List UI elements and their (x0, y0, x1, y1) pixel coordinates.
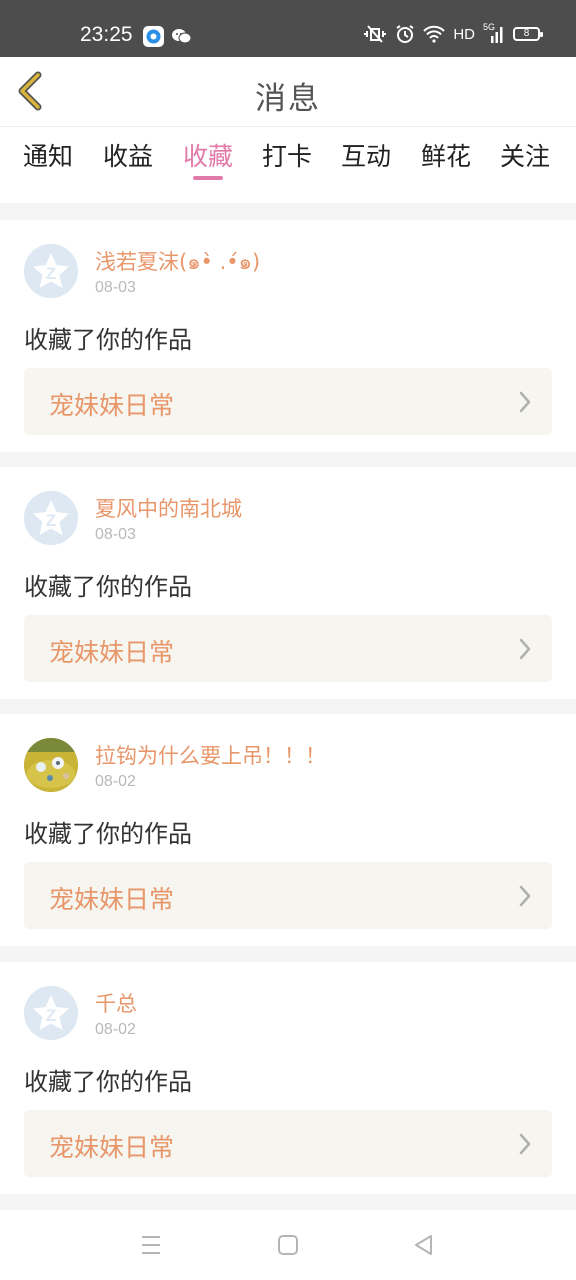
work-link[interactable]: 宠妹妹日常 (24, 368, 552, 435)
header: 消息 (0, 57, 576, 127)
work-title: 宠妹妹日常 (49, 1133, 175, 1162)
tab-flowers[interactable]: 鲜花 (421, 137, 471, 173)
action-text: 收藏了你的作品 (24, 820, 192, 848)
chevron-right-icon (519, 638, 531, 660)
tab-bar: 通知 收益 收藏 打卡 互动 鲜花 关注 (0, 127, 576, 203)
page-title: 消息 (255, 81, 321, 117)
status-icons: HD 5G 8 (363, 22, 543, 44)
avatar[interactable]: Z (24, 491, 78, 545)
avatar[interactable] (24, 738, 78, 792)
tab-following[interactable]: 关注 (500, 137, 550, 173)
work-link[interactable]: 宠妹妹日常 (24, 862, 552, 929)
nickname[interactable]: 浅若夏沫(๑•̀ .•́๑) (95, 246, 260, 279)
nickname[interactable]: 夏风中的南北城 (95, 493, 242, 523)
wifi-icon (423, 25, 446, 43)
action-text: 收藏了你的作品 (24, 326, 192, 354)
tab-checkin[interactable]: 打卡 (262, 137, 312, 173)
nickname[interactable]: 拉钩为什么要上吊！！！ (95, 740, 326, 770)
alarm-icon (396, 25, 414, 43)
chevron-right-icon (519, 391, 531, 413)
avatar[interactable]: Z (24, 986, 78, 1040)
tab-interaction[interactable]: 互动 (341, 137, 391, 173)
date: 08-03 (95, 526, 136, 543)
chevron-right-icon (519, 1133, 531, 1155)
avatar[interactable]: Z (24, 244, 78, 298)
status-time: 23:25 (80, 23, 133, 46)
signal-icon: 5G (483, 22, 505, 43)
message-card: Z 夏风中的南北城 08-03 收藏了你的作品 宠妹妹日常 (0, 467, 576, 699)
system-navigation-bar (0, 1210, 576, 1280)
action-text: 收藏了你的作品 (24, 1068, 192, 1096)
svg-text:Z: Z (46, 264, 56, 283)
app-icon (143, 26, 164, 47)
work-title: 宠妹妹日常 (49, 885, 175, 914)
svg-text:Z: Z (46, 1006, 56, 1025)
work-link[interactable]: 宠妹妹日常 (24, 1110, 552, 1177)
date: 08-03 (95, 279, 136, 296)
active-tab-indicator (193, 176, 223, 180)
hd-label: HD (453, 25, 475, 43)
battery-icon: 8 (513, 27, 543, 41)
date: 08-02 (95, 1021, 136, 1038)
work-title: 宠妹妹日常 (49, 638, 175, 667)
date: 08-02 (95, 773, 136, 790)
message-card: Z 浅若夏沫(๑•̀ .•́๑) 08-03 收藏了你的作品 宠妹妹日常 (0, 220, 576, 452)
action-text: 收藏了你的作品 (24, 573, 192, 601)
svg-text:Z: Z (46, 511, 56, 530)
home-icon[interactable] (275, 1232, 301, 1258)
nickname[interactable]: 千总 (95, 988, 137, 1018)
tab-earnings[interactable]: 收益 (103, 137, 153, 173)
tab-favorites[interactable]: 收藏 (183, 137, 233, 173)
chevron-right-icon (519, 885, 531, 907)
tab-notifications[interactable]: 通知 (23, 137, 73, 173)
back-triangle-icon[interactable] (411, 1232, 437, 1258)
work-title: 宠妹妹日常 (49, 391, 175, 420)
message-card: Z 千总 08-02 收藏了你的作品 宠妹妹日常 (0, 962, 576, 1194)
wechat-icon (171, 26, 192, 47)
status-bar: 23:25 HD 5G 8 (0, 0, 576, 57)
vibrate-icon (364, 25, 387, 43)
menu-icon[interactable] (138, 1232, 164, 1258)
message-card: 拉钩为什么要上吊！！！ 08-02 收藏了你的作品 宠妹妹日常 (0, 714, 576, 946)
work-link[interactable]: 宠妹妹日常 (24, 615, 552, 682)
